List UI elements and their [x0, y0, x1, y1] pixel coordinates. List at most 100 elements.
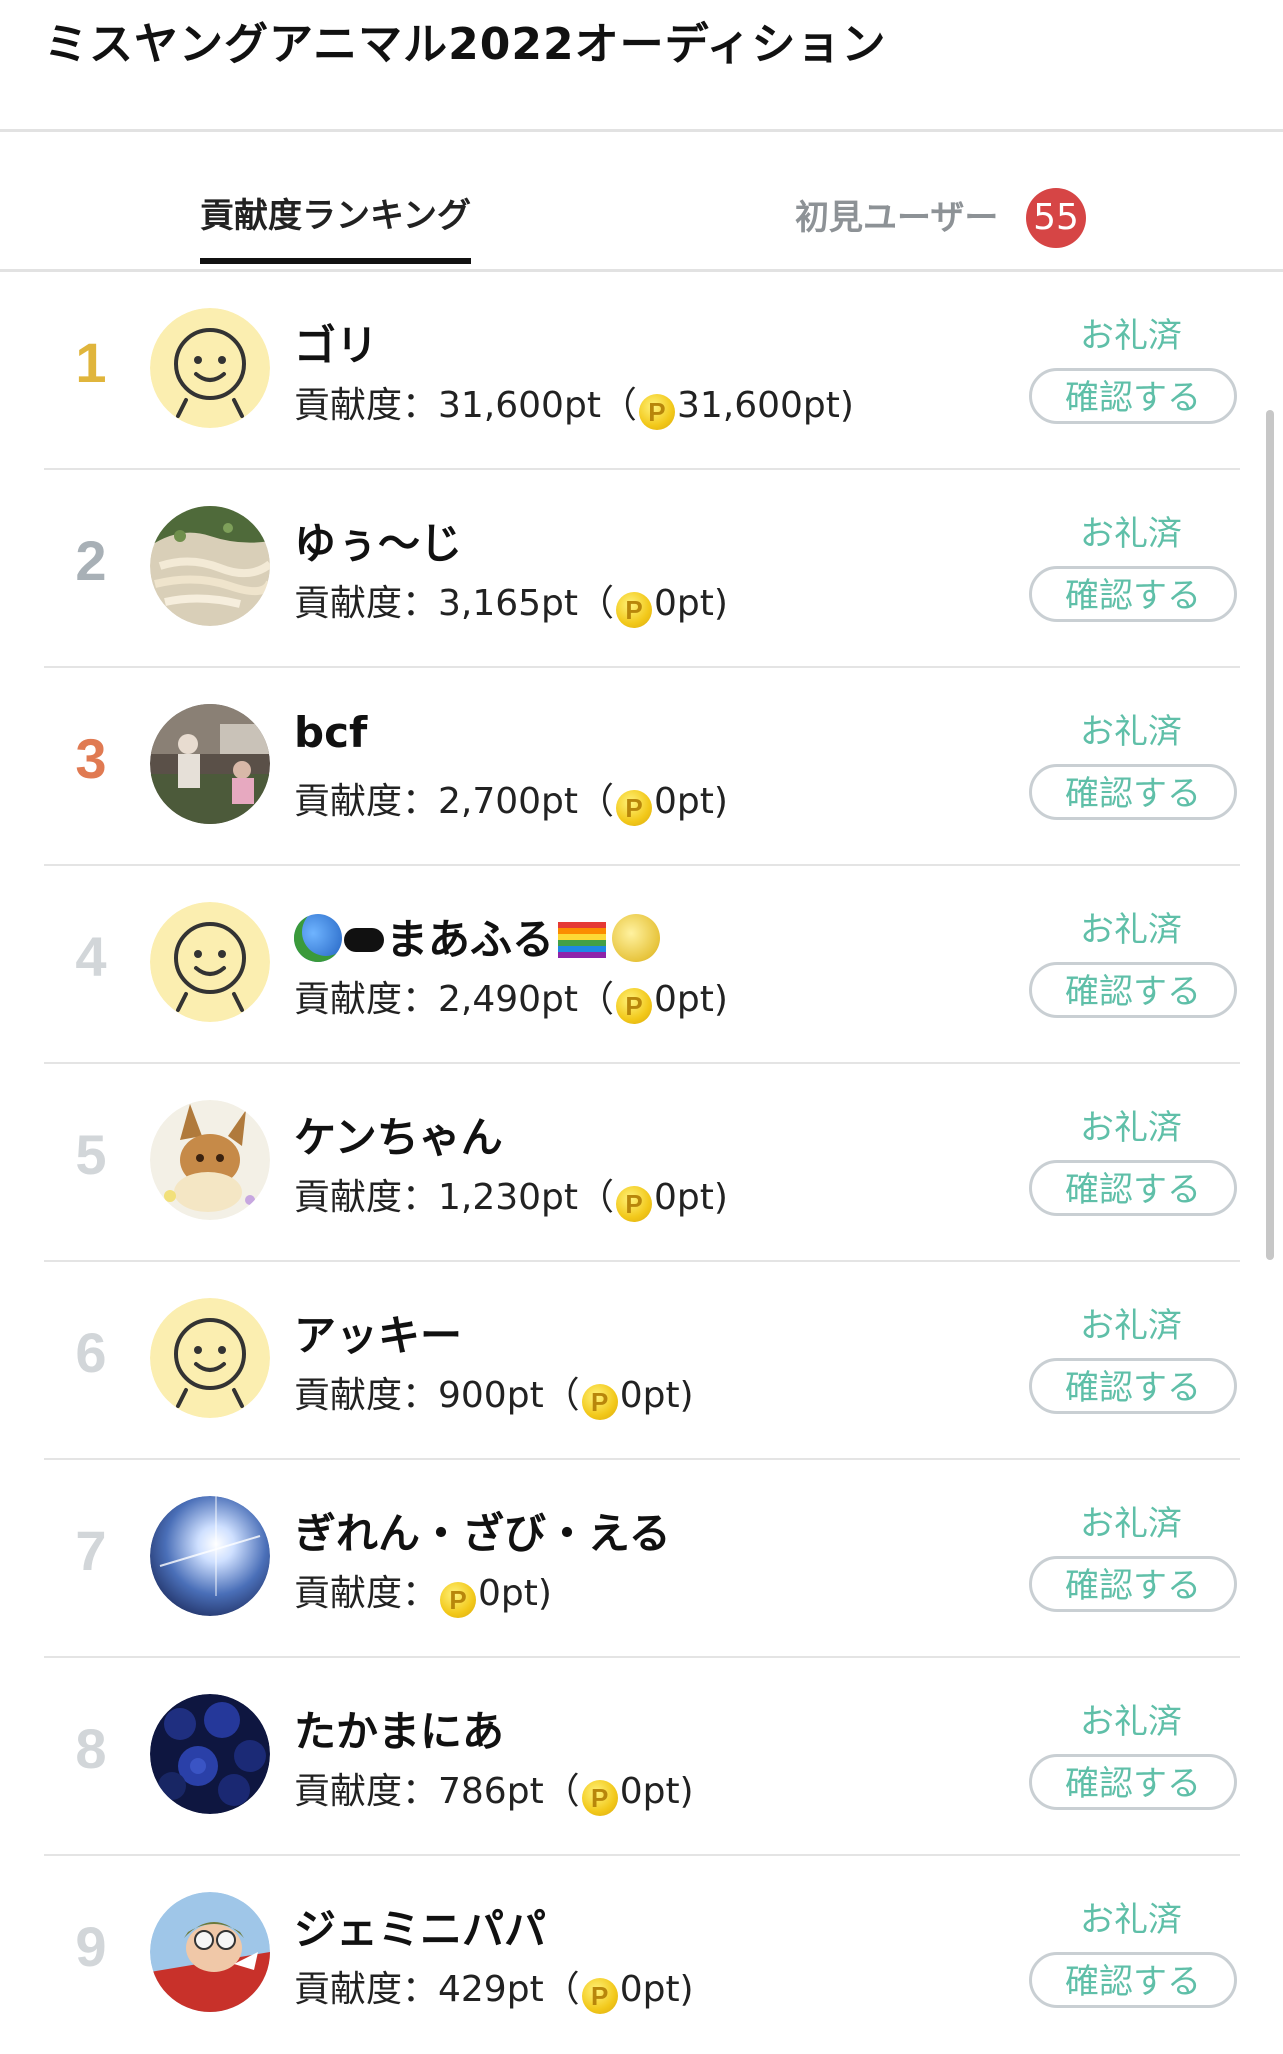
user-name-text: まあふる [386, 915, 555, 964]
rank-number: 5 [75, 1123, 107, 1186]
coin-icon: P [616, 1186, 653, 1222]
rank-number: 6 [75, 1321, 107, 1384]
contribution-text: 貢献度：900pt（ P 0pt) [294, 1366, 694, 1420]
user-name[interactable]: たかまにあ [294, 1698, 504, 1759]
thanked-status: お礼済 [1080, 1108, 1182, 1148]
cloud-icon [344, 928, 384, 952]
coin-icon: P [638, 394, 675, 430]
contribution-text: 貢献度： P 0pt) [294, 1564, 552, 1618]
contribution-points: 貢献度：3,165pt（ [294, 583, 615, 624]
ranking-row[interactable]: 4 まあふる 貢献度：2,490pt（ P 0pt) お礼済 確認する [0, 866, 1283, 1064]
blue-roses-avatar-icon[interactable] [150, 1694, 270, 1814]
contribution-text: 貢献度：3,165pt（ P 0pt) [294, 574, 728, 628]
tab-ranking[interactable]: 貢献度ランキング [200, 188, 471, 264]
thanked-status: お礼済 [1080, 1702, 1182, 1742]
rank-number: 7 [75, 1519, 107, 1582]
coin-points: 0pt) [619, 1969, 694, 2010]
ranking-row[interactable]: 3 bcf 貢献度：2,700pt（ P 0pt) お礼済 確認する [0, 668, 1283, 866]
thanked-status: お礼済 [1080, 1306, 1182, 1346]
coin-points: 0pt) [654, 781, 728, 822]
smiley-avatar-icon[interactable] [150, 308, 270, 428]
tab-new-users-label: 初見ユーザー [795, 198, 999, 238]
confirm-button[interactable]: 確認する [1029, 1556, 1237, 1612]
contribution-points: 貢献度：2,700pt（ [294, 781, 615, 822]
ranking-row[interactable]: 7 ぎれん・ざび・える 貢献度： P 0pt) お礼済 確認する [0, 1460, 1283, 1658]
ranking-row[interactable]: 9 ジェミニパパ 貢献度：429pt（ P 0pt) お礼済 確認する [0, 1856, 1283, 2054]
coin-points: 0pt) [619, 1375, 694, 1416]
tab-ranking-label: 貢献度ランキング [200, 196, 471, 236]
coin-points: 0pt) [654, 583, 728, 624]
ranking-row[interactable]: 2 ゆぅ〜じ 貢献度：3,165pt（ P 0pt) お礼済 確認する [0, 470, 1283, 668]
confirm-button[interactable]: 確認する [1029, 764, 1237, 820]
thanked-status: お礼済 [1080, 910, 1182, 950]
rank-number: 4 [75, 925, 107, 988]
smiley-avatar-icon[interactable] [150, 1298, 270, 1418]
noodles-photo-avatar-icon[interactable] [150, 506, 270, 626]
coin-icon: P [616, 790, 653, 826]
user-name[interactable]: ジェミニパパ [294, 1896, 546, 1957]
ranking-row[interactable]: 8 たかまにあ 貢献度：786pt（ P 0pt) お礼済 確認する [0, 1658, 1283, 1856]
user-name[interactable]: bcf [294, 708, 367, 757]
thanked-status: お礼済 [1080, 712, 1182, 752]
coin-points: 31,600pt) [676, 385, 854, 426]
ranking-row[interactable]: 5 ケンちゃん 貢献度：1,230pt（ P 0pt) お礼済 確認する [0, 1064, 1283, 1262]
coin-points: 0pt) [478, 1573, 552, 1614]
pilot-anime-avatar-icon[interactable] [150, 1892, 270, 2012]
sky-sun-avatar-icon[interactable] [150, 1496, 270, 1616]
full-moon-icon [612, 914, 661, 962]
user-name[interactable]: まあふる [294, 906, 661, 967]
contribution-points: 貢献度：429pt（ [294, 1969, 580, 2010]
confirm-button[interactable]: 確認する [1029, 566, 1237, 622]
ranking-row[interactable]: 1 ゴリ 貢献度：31,600pt（ P 31,600pt) お礼済 確認する [0, 272, 1283, 470]
coin-icon: P [616, 592, 653, 628]
rank-number: 9 [75, 1915, 107, 1978]
page-title: ミスヤングアニマル2022オーディション [44, 19, 887, 70]
page-header: ミスヤングアニマル2022オーディション [0, 0, 1283, 132]
contribution-text: 貢献度：2,700pt（ P 0pt) [294, 772, 728, 826]
people-photo-avatar-icon[interactable] [150, 704, 270, 824]
coin-icon: P [581, 1978, 618, 2014]
contribution-text: 貢献度：429pt（ P 0pt) [294, 1960, 694, 2014]
contribution-points: 貢献度：900pt（ [294, 1375, 580, 1416]
eevee-avatar-icon[interactable] [150, 1100, 270, 1220]
rank-number: 3 [75, 727, 107, 790]
contribution-points: 貢献度：786pt（ [294, 1771, 580, 1812]
coin-icon: P [616, 988, 653, 1024]
coin-icon: P [581, 1780, 618, 1816]
contribution-text: 貢献度：1,230pt（ P 0pt) [294, 1168, 728, 1222]
rank-number: 8 [75, 1717, 107, 1780]
coin-points: 0pt) [654, 979, 728, 1020]
confirm-button[interactable]: 確認する [1029, 1952, 1237, 2008]
ranking-row[interactable]: 6 アッキー 貢献度：900pt（ P 0pt) お礼済 確認する [0, 1262, 1283, 1460]
user-name[interactable]: ケンちゃん [294, 1104, 503, 1165]
user-name[interactable]: アッキー [294, 1302, 462, 1363]
smiley-avatar-icon[interactable] [150, 902, 270, 1022]
confirm-button[interactable]: 確認する [1029, 1754, 1237, 1810]
thanked-status: お礼済 [1080, 1504, 1182, 1544]
user-name[interactable]: ゆぅ〜じ [294, 510, 462, 571]
coin-icon: P [440, 1582, 477, 1618]
user-name[interactable]: ゴリ [294, 312, 378, 373]
contribution-points: 貢献度：2,490pt（ [294, 979, 615, 1020]
thanked-status: お礼済 [1080, 514, 1182, 554]
rank-number: 2 [75, 529, 107, 592]
thanked-status: お礼済 [1080, 1900, 1182, 1940]
confirm-button[interactable]: 確認する [1029, 1358, 1237, 1414]
contribution-points: 貢献度： [294, 1573, 439, 1614]
confirm-button[interactable]: 確認する [1029, 368, 1237, 424]
confirm-button[interactable]: 確認する [1029, 962, 1237, 1018]
contribution-text: 貢献度：786pt（ P 0pt) [294, 1762, 694, 1816]
user-name[interactable]: ぎれん・ざび・える [294, 1500, 671, 1561]
contribution-points: 貢献度：31,600pt（ [294, 385, 637, 426]
coin-icon: P [581, 1384, 618, 1420]
rainbow-flag-icon [558, 922, 607, 958]
coin-points: 0pt) [619, 1771, 694, 1812]
earth-globe-icon [294, 914, 342, 962]
contribution-text: 貢献度：31,600pt（ P 31,600pt) [294, 376, 854, 430]
confirm-button[interactable]: 確認する [1029, 1160, 1237, 1216]
rank-number: 1 [75, 331, 107, 394]
active-tab-indicator [200, 258, 471, 264]
coin-points: 0pt) [654, 1177, 728, 1218]
scrollbar[interactable] [1266, 410, 1274, 1260]
tab-new-users[interactable]: 初見ユーザー [795, 190, 998, 239]
